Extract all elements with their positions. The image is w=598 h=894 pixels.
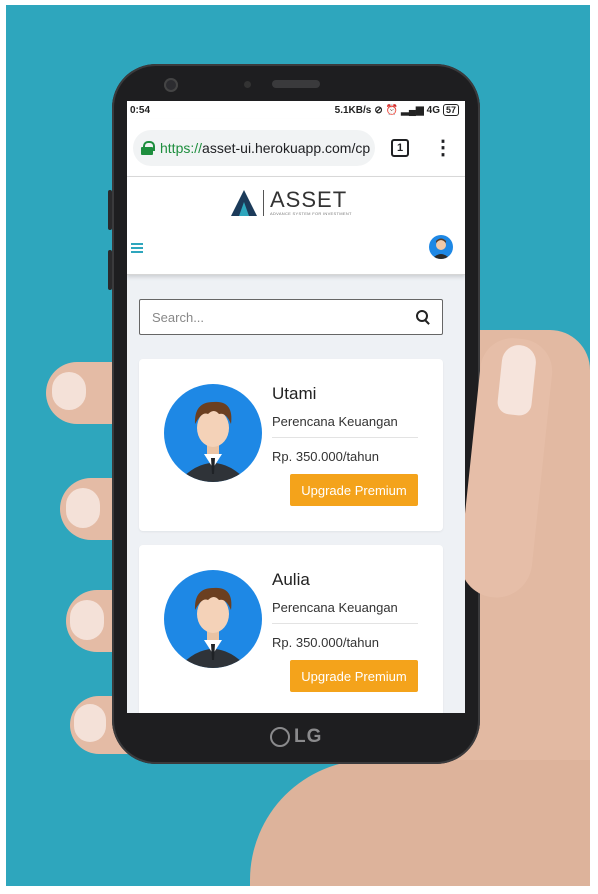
hand-nail (70, 600, 104, 640)
status-indicators: 5.1KB/s ⊘ ⏰ ▂▄▆ 4G 57 (335, 104, 459, 116)
user-avatar[interactable] (429, 235, 453, 259)
phone-brand: LG (270, 726, 323, 747)
url-text: https://asset-ui.herokuapp.com/cp (160, 140, 370, 156)
mute-icon: ⊘ (374, 104, 383, 116)
planner-card: Utami Perencana Keuangan Rp. 350.000/tah… (139, 359, 443, 531)
logo-separator (263, 189, 264, 216)
phone-sensor (244, 81, 251, 88)
lock-icon (141, 140, 155, 155)
person-icon (178, 401, 248, 482)
phone-speaker (272, 80, 320, 88)
planner-name: Aulia (272, 570, 310, 589)
planner-price: Rp. 350.000/tahun (272, 635, 379, 650)
app-header: ASSET ADVANCE SYSTEM FOR INVESTMENT (127, 177, 465, 275)
planner-name: Utami (272, 384, 317, 403)
browser-toolbar: https://asset-ui.herokuapp.com/cp 1 ⋮ (127, 119, 465, 177)
person-icon (432, 238, 450, 259)
lg-logo-icon (270, 727, 290, 747)
upgrade-premium-button[interactable]: Upgrade Premium (290, 660, 418, 692)
card-divider (272, 623, 418, 624)
main-content: Utami Perencana Keuangan Rp. 350.000/tah… (127, 275, 465, 713)
hamburger-icon[interactable] (131, 243, 143, 253)
hand-nail (66, 488, 100, 528)
planner-avatar (164, 570, 262, 668)
person-icon (178, 587, 248, 668)
brand-label: LG (294, 726, 323, 747)
logo-subtitle: ADVANCE SYSTEM FOR INVESTMENT (270, 211, 352, 216)
search-box (139, 299, 443, 335)
planner-price: Rp. 350.000/tahun (272, 449, 379, 464)
phone-screen: 0:54 5.1KB/s ⊘ ⏰ ▂▄▆ 4G 57 https://asset… (127, 101, 465, 713)
upgrade-premium-button[interactable]: Upgrade Premium (290, 474, 418, 506)
alarm-icon: ⏰ (385, 104, 399, 116)
photo-frame: LG 0:54 5.1KB/s ⊘ ⏰ ▂▄▆ 4G 57 https://as… (0, 0, 598, 894)
planner-card: Aulia Perencana Keuangan Rp. 350.000/tah… (139, 545, 443, 713)
phone-side-button (108, 250, 112, 290)
planner-role: Perencana Keuangan (272, 600, 398, 615)
phone-side-button (108, 190, 112, 230)
address-bar[interactable]: https://asset-ui.herokuapp.com/cp (133, 129, 375, 166)
url-host: asset-ui.herokuapp.com/cp (202, 139, 371, 156)
front-camera (164, 78, 178, 92)
tabs-button[interactable]: 1 (391, 138, 409, 157)
battery-icon: 57 (442, 104, 459, 116)
url-scheme: https:// (160, 139, 203, 156)
signal-icon: ▂▄▆ (401, 104, 424, 116)
more-vert-icon[interactable]: ⋮ (433, 138, 453, 158)
search-icon[interactable] (416, 310, 430, 324)
search-input[interactable] (152, 309, 392, 325)
card-divider (272, 437, 418, 438)
planner-role: Perencana Keuangan (272, 414, 398, 429)
status-bar: 0:54 5.1KB/s ⊘ ⏰ ▂▄▆ 4G 57 (127, 101, 465, 119)
status-network: 4G (426, 104, 440, 116)
status-time: 0:54 (130, 104, 151, 116)
hand-nail (74, 704, 106, 742)
hand-nail (52, 372, 86, 410)
asset-logo[interactable]: ASSET ADVANCE SYSTEM FOR INVESTMENT (231, 189, 352, 216)
logo-title: ASSET (270, 187, 348, 212)
logo-mark-icon (231, 189, 257, 216)
planner-avatar (164, 384, 262, 482)
status-speed: 5.1KB/s (334, 104, 372, 116)
logo-text: ASSET ADVANCE SYSTEM FOR INVESTMENT (270, 187, 352, 217)
